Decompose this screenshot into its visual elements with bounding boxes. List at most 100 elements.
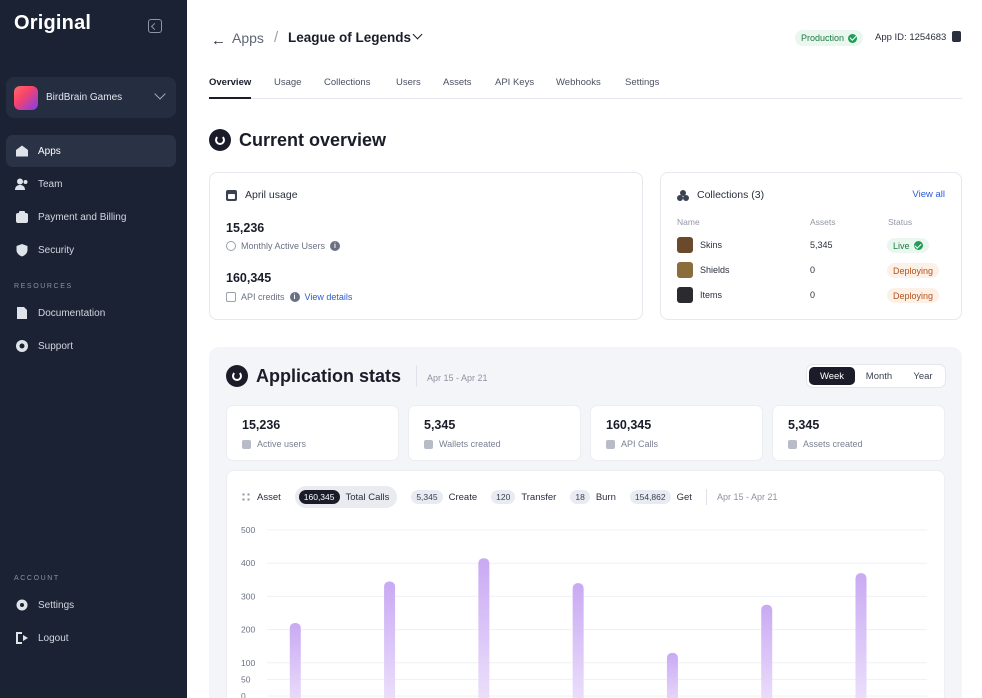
collapse-sidebar-icon[interactable] xyxy=(148,19,162,33)
organization-switcher[interactable]: BirdBrain Games xyxy=(6,77,176,118)
view-all-link[interactable]: View all xyxy=(912,189,945,200)
stat-label: Active users xyxy=(257,439,307,449)
collection-assets: 5,345 xyxy=(810,240,833,250)
collection-thumbnail xyxy=(677,237,693,253)
tab-settings[interactable]: Settings xyxy=(625,77,659,99)
collection-row[interactable]: Shields 0 Deploying xyxy=(677,262,947,280)
stat-label-row: Active users xyxy=(242,439,306,449)
api-credits-row: API credits i View details xyxy=(226,292,352,302)
chart-bar[interactable] xyxy=(384,581,396,698)
filter-create[interactable]: 5,345 Create xyxy=(411,490,477,504)
application-stats-heading: Application stats xyxy=(226,365,401,387)
sidebar-item-label: Support xyxy=(38,340,74,352)
divider xyxy=(416,365,417,387)
stat-label-row: Wallets created xyxy=(424,439,501,449)
copy-icon[interactable] xyxy=(952,31,961,42)
pie-chart-icon xyxy=(209,129,231,151)
stats-title: Application stats xyxy=(256,365,402,386)
tab-collections[interactable]: Collections xyxy=(324,77,370,99)
stat-card-assets-created: 5,345 Assets created xyxy=(772,405,945,461)
period-year-button[interactable]: Year xyxy=(903,367,943,385)
check-circle-icon xyxy=(848,33,858,43)
collection-row[interactable]: Items 0 Deploying xyxy=(677,287,947,305)
breadcrumb-apps-link[interactable]: Apps xyxy=(232,30,264,46)
status-label: Deploying xyxy=(893,265,934,276)
chart-bar[interactable] xyxy=(761,604,773,698)
filter-label: Create xyxy=(448,491,478,503)
filter-count: 120 xyxy=(491,490,516,504)
team-icon xyxy=(15,177,29,191)
chart-bar[interactable] xyxy=(289,622,301,698)
api-credits-value: 160,345 xyxy=(226,271,272,285)
app-logo[interactable]: Original xyxy=(14,12,91,35)
y-tick-label: 0 xyxy=(241,691,246,698)
period-week-button[interactable]: Week xyxy=(809,367,855,385)
filter-transfer[interactable]: 120 Transfer xyxy=(491,490,556,504)
filter-total-calls[interactable]: 160,345 Total Calls xyxy=(294,486,398,508)
asset-filter[interactable]: Asset xyxy=(241,492,281,503)
org-name: BirdBrain Games xyxy=(46,92,123,103)
collection-name: Items xyxy=(700,290,723,300)
stat-value: 5,345 xyxy=(788,418,820,432)
sidebar-item-team[interactable]: Team xyxy=(6,168,176,200)
sidebar-item-logout[interactable]: Logout xyxy=(6,622,176,654)
chart-bar[interactable] xyxy=(572,583,584,698)
filter-count: 154,862 xyxy=(629,490,671,504)
tab-assets[interactable]: Assets xyxy=(443,77,472,99)
environment-label: Production xyxy=(801,33,845,43)
period-month-button[interactable]: Month xyxy=(857,367,901,385)
mau-label-row: Monthly Active Users i xyxy=(226,241,341,251)
chevron-down-icon[interactable] xyxy=(412,29,423,40)
status-label: Deploying xyxy=(893,290,934,301)
application-stats-panel: Application stats Apr 15 - Apr 21 Week M… xyxy=(209,347,962,698)
chart-bar[interactable] xyxy=(666,652,678,698)
filter-label: Total Calls xyxy=(345,491,390,503)
chart-bar[interactable] xyxy=(478,558,490,698)
sidebar-item-support[interactable]: Support xyxy=(6,330,176,362)
tab-overview[interactable]: Overview xyxy=(209,77,252,99)
wallet-icon xyxy=(424,439,433,449)
stat-label: Wallets created xyxy=(439,439,501,449)
divider xyxy=(705,489,707,505)
info-icon[interactable]: i xyxy=(330,241,341,251)
mau-value: 15,236 xyxy=(226,221,265,235)
api-icon xyxy=(606,439,615,449)
y-tick-label: 100 xyxy=(241,658,255,668)
view-details-link[interactable]: View details xyxy=(305,292,353,302)
sidebar-item-apps[interactable]: Apps xyxy=(6,135,176,167)
apps-icon xyxy=(15,144,29,158)
main-content: ← Apps / League of Legends Production Ap… xyxy=(187,0,982,698)
column-header-name: Name xyxy=(677,217,700,227)
y-tick-label: 200 xyxy=(241,625,255,635)
collection-name: Skins xyxy=(700,240,723,250)
stat-label: API Calls xyxy=(621,439,659,449)
filter-get[interactable]: 154,862 Get xyxy=(629,490,692,504)
sidebar-item-security[interactable]: Security xyxy=(6,234,176,266)
status-badge: Deploying xyxy=(887,263,940,278)
collections-icon xyxy=(677,189,689,201)
sidebar-item-settings[interactable]: Settings xyxy=(6,589,176,621)
tab-webhooks[interactable]: Webhooks xyxy=(556,77,601,99)
stat-value: 160,345 xyxy=(606,418,652,432)
filter-burn[interactable]: 18 Burn xyxy=(570,490,616,504)
april-usage-card: April usage 15,236 Monthly Active Users … xyxy=(209,172,643,320)
tab-users[interactable]: Users xyxy=(396,77,421,99)
tab-api-keys[interactable]: API Keys xyxy=(495,77,534,99)
tab-usage[interactable]: Usage xyxy=(274,77,301,99)
back-arrow-icon[interactable]: ← xyxy=(211,32,226,49)
mau-label: Monthly Active Users xyxy=(241,241,326,251)
sidebar-item-documentation[interactable]: Documentation xyxy=(6,297,176,329)
app-selector[interactable]: League of Legends xyxy=(288,30,411,45)
collection-row[interactable]: Skins 5,345 Live xyxy=(677,237,947,255)
info-icon[interactable]: i xyxy=(289,292,300,302)
y-tick-label: 500 xyxy=(241,525,255,535)
sidebar-item-label: Team xyxy=(38,178,63,190)
filter-count: 5,345 xyxy=(411,490,443,504)
environment-badge: Production xyxy=(795,30,864,46)
sidebar: Original BirdBrain Games Apps Team Payme… xyxy=(0,0,187,698)
api-calls-bar-chart: 500400300200100500 xyxy=(241,525,927,698)
shield-icon xyxy=(15,243,29,257)
y-tick-label: 50 xyxy=(241,674,251,684)
sidebar-item-payment-billing[interactable]: Payment and Billing xyxy=(6,201,176,233)
chart-bar[interactable] xyxy=(855,573,867,698)
